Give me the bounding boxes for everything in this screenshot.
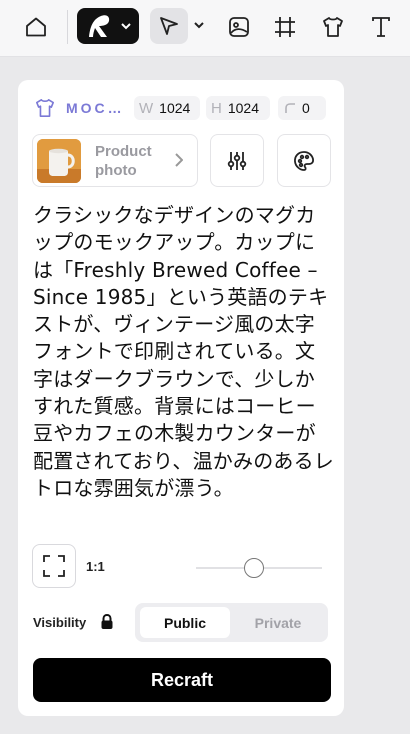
- home-button[interactable]: [20, 12, 52, 42]
- width-field[interactable]: W 1024: [134, 96, 200, 120]
- visibility-toggle: Public Private: [135, 603, 328, 642]
- visibility-private-option[interactable]: Private: [233, 607, 323, 638]
- expand-corners-icon: [43, 555, 65, 577]
- aspect-ratio-label: 1:1: [86, 559, 105, 574]
- corner-radius-icon: [285, 103, 295, 113]
- frame-tool-button[interactable]: [270, 12, 300, 42]
- aspect-ratio-slider-thumb[interactable]: [244, 558, 264, 578]
- properties-row: MOC… W 1024 H 1024 0: [32, 96, 332, 120]
- height-key: H: [211, 99, 222, 117]
- aspect-ratio-button[interactable]: [32, 544, 76, 588]
- height-field[interactable]: H 1024: [206, 96, 270, 120]
- crop-frame-icon: [275, 17, 295, 37]
- chevron-right-icon: [175, 153, 183, 167]
- width-value: 1024: [159, 100, 191, 116]
- pointer-icon: [160, 17, 178, 35]
- image-tool-button[interactable]: [224, 12, 254, 42]
- color-palette-button[interactable]: [277, 134, 331, 187]
- tshirt-icon: [36, 99, 55, 117]
- select-tool-dropdown[interactable]: [192, 18, 206, 32]
- chevron-down-icon: [121, 23, 131, 30]
- mockup-settings-panel: MOC… W 1024 H 1024 0 Product photo クラシック…: [18, 80, 344, 716]
- palette-icon: [294, 150, 314, 171]
- recraft-logo-icon: [89, 15, 110, 37]
- tshirt-icon: [323, 17, 343, 37]
- mockup-type-label[interactable]: MOC…: [66, 100, 125, 116]
- mockup-tool-button[interactable]: [318, 12, 348, 42]
- corner-radius-value: 0: [302, 100, 310, 116]
- brand-menu-button[interactable]: [77, 8, 139, 44]
- width-key: W: [139, 99, 154, 117]
- chevron-down-icon: [194, 22, 204, 29]
- style-selector[interactable]: Product photo: [32, 134, 198, 187]
- height-value: 1024: [227, 100, 259, 116]
- style-name: Product photo: [95, 143, 152, 179]
- visibility-public-option[interactable]: Public: [140, 607, 230, 638]
- text-tool-button[interactable]: [366, 12, 396, 42]
- image-icon: [229, 17, 249, 37]
- lock-icon: [101, 613, 113, 629]
- prompt-textarea[interactable]: クラシックなデザインのマグカップのモックアップ。カップには「Freshly Br…: [33, 202, 335, 502]
- home-icon: [26, 17, 46, 37]
- corner-radius-field[interactable]: 0: [278, 96, 326, 120]
- sliders-icon: [227, 151, 247, 170]
- text-icon: [372, 17, 390, 37]
- adjustments-button[interactable]: [210, 134, 264, 187]
- top-toolbar: [0, 0, 410, 57]
- recraft-button[interactable]: Recraft: [33, 658, 331, 702]
- select-tool-button[interactable]: [150, 8, 188, 44]
- visibility-label: Visibility: [33, 615, 87, 630]
- toolbar-divider: [67, 10, 68, 44]
- coffee-mug-thumbnail: [37, 139, 81, 183]
